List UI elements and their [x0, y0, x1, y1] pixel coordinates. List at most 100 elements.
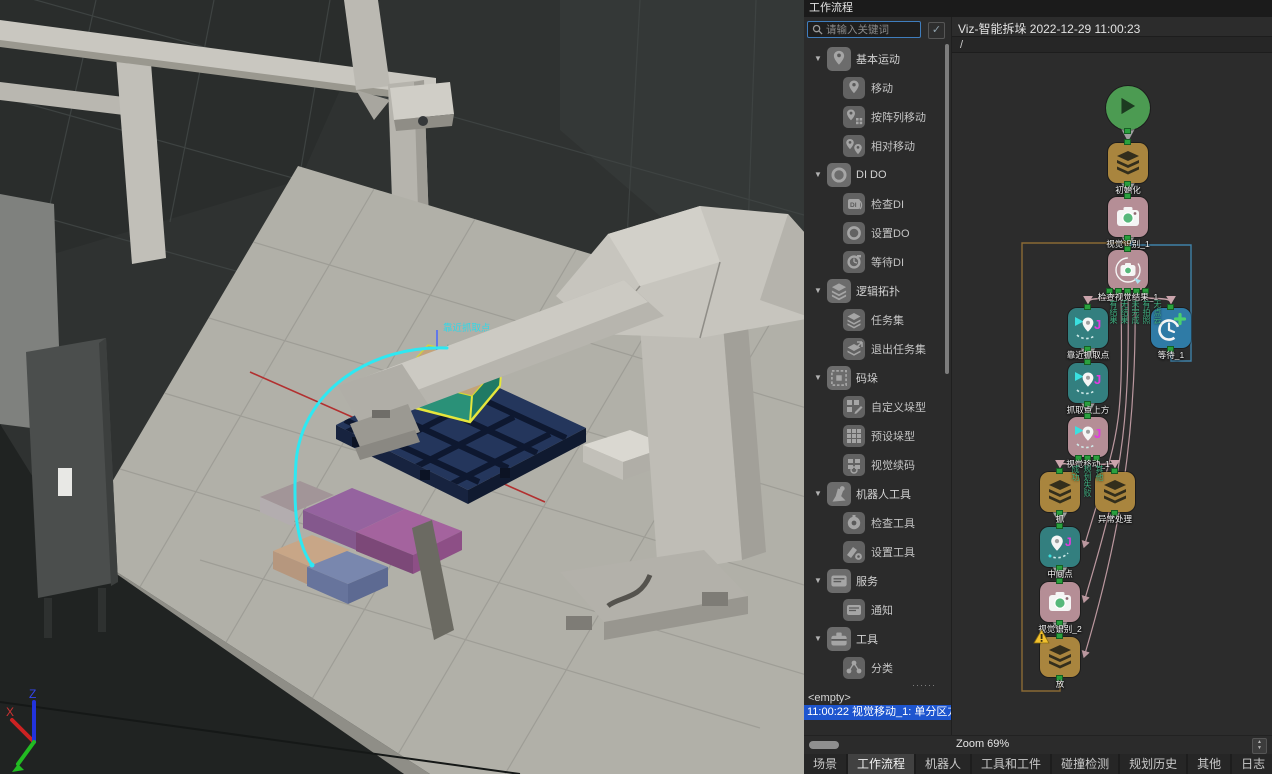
- tree-item-5-0[interactable]: 通知: [804, 595, 943, 624]
- tree-group-1[interactable]: ▼DI DO: [804, 160, 943, 189]
- tab-3[interactable]: 工具和工件: [972, 754, 1050, 774]
- tree-group-2[interactable]: ▼逻辑拓扑: [804, 276, 943, 305]
- input-port[interactable]: [1167, 304, 1174, 310]
- flow-node-vision1[interactable]: 视觉识别_1: [1108, 197, 1148, 237]
- layers-icon: [1108, 143, 1148, 183]
- flow-node-init[interactable]: 初始化: [1108, 143, 1148, 183]
- tree-item-0-0[interactable]: 移动: [804, 73, 943, 102]
- tree-item-6-0[interactable]: 分类: [804, 653, 943, 682]
- tab-2[interactable]: 机器人: [916, 754, 970, 774]
- move-icon: J: [1068, 308, 1108, 348]
- layers-icon: [827, 279, 851, 303]
- search-input[interactable]: [826, 24, 918, 36]
- chevron-down-icon[interactable]: ▼: [814, 373, 824, 382]
- tree-group-3[interactable]: ▼ 码垛: [804, 363, 943, 392]
- tree-item-3-1[interactable]: 预设垛型: [804, 421, 943, 450]
- input-port[interactable]: [1124, 246, 1131, 252]
- 3d-viewport[interactable]: 靠近抓取点 抓取点上方: [0, 0, 804, 774]
- mech-viz-window: 靠近抓取点 抓取点上方: [0, 0, 1272, 774]
- tab-7[interactable]: 日志: [1232, 754, 1272, 774]
- flow-node-vision2[interactable]: 视觉识别_2: [1040, 582, 1080, 622]
- chevron-down-icon[interactable]: ▼: [814, 576, 824, 585]
- flowchart-area: Viz-智能拆垛 2022-12-29 11:00:23 / 初始化视觉识别_1…: [952, 17, 1272, 736]
- pin-icon: [843, 77, 865, 99]
- input-port[interactable]: [1056, 578, 1063, 584]
- flow-node-vmove[interactable]: J视觉移动_1: [1068, 417, 1108, 457]
- search-input-box[interactable]: [807, 21, 921, 38]
- port-label-check-0: 有结果: [1108, 300, 1118, 324]
- zoom-spinner[interactable]: ▲▼: [1252, 738, 1267, 754]
- log-line[interactable]: 11:00:22 视觉移动_1: 单分区方形: [804, 705, 951, 720]
- horizontal-scrollbar[interactable]: [809, 741, 839, 749]
- input-port[interactable]: [1084, 359, 1091, 365]
- tree-item-0-1[interactable]: 按阵列移动: [804, 102, 943, 131]
- svg-text:J: J: [1065, 535, 1072, 549]
- input-port[interactable]: [1056, 523, 1063, 529]
- flowchart-canvas[interactable]: 初始化视觉识别_1检查视觉结果_1J靠近抓取点等待_1J抓取点上方J视觉移动_1…: [952, 54, 1272, 736]
- input-port[interactable]: [1124, 193, 1131, 199]
- input-port[interactable]: [1084, 413, 1091, 419]
- chevron-down-icon[interactable]: ▼: [814, 489, 824, 498]
- svg-text:J: J: [1094, 426, 1101, 441]
- tab-6[interactable]: 其他: [1188, 754, 1230, 774]
- breadcrumb[interactable]: /: [952, 36, 1272, 53]
- tree-item-2-0[interactable]: 任务集: [804, 305, 943, 334]
- tree-item-4-1[interactable]: 设置工具: [804, 537, 943, 566]
- chevron-down-icon[interactable]: ▼: [814, 54, 824, 63]
- empty-label: <empty>: [804, 690, 951, 705]
- input-port[interactable]: [1084, 304, 1091, 310]
- svg-text:DI: DI: [850, 202, 857, 209]
- horizontal-splitter-handle[interactable]: ······: [912, 680, 936, 690]
- tab-1[interactable]: 工作流程: [848, 754, 914, 774]
- input-port[interactable]: [1111, 468, 1118, 474]
- chevron-down-icon[interactable]: ▼: [814, 634, 824, 643]
- tree-group-label: 服务: [856, 573, 878, 589]
- chevron-down-icon[interactable]: ▼: [814, 286, 824, 295]
- flow-node-start[interactable]: [1106, 86, 1150, 130]
- tree-item-3-0[interactable]: 自定义垛型: [804, 392, 943, 421]
- grid-cam-icon: [843, 454, 865, 476]
- node-label: 异常处理: [1055, 513, 1175, 525]
- input-port[interactable]: [1056, 468, 1063, 474]
- input-port[interactable]: [1056, 633, 1063, 639]
- camera-icon: [1108, 197, 1148, 237]
- tree-item-1-0[interactable]: DI检查DI: [804, 189, 943, 218]
- flow-node-place[interactable]: 放: [1040, 637, 1080, 677]
- tab-5[interactable]: 规划历史: [1120, 754, 1186, 774]
- counter-icon: 123: [843, 686, 865, 687]
- layers-out-icon: [843, 338, 865, 360]
- flow-node-check[interactable]: 检查视觉结果_1: [1108, 250, 1148, 290]
- tree-scrollbar[interactable]: [945, 44, 949, 374]
- grid-dots-icon: [843, 425, 865, 447]
- flow-node-above[interactable]: J抓取点上方: [1068, 363, 1108, 403]
- step-tree: ▼基本运动移动按阵列移动相对移动▼DI DODI检查DI 设置DO 等待DI▼逻辑拓…: [804, 44, 943, 686]
- ring-icon: [843, 222, 865, 244]
- tool-gear-icon: [843, 541, 865, 563]
- tab-4[interactable]: 碰撞检测: [1052, 754, 1118, 774]
- flow-node-mid[interactable]: J中间点: [1040, 527, 1080, 567]
- move-icon: J: [1068, 417, 1108, 457]
- zoom-bar: Zoom 69% ▲▼: [804, 735, 1272, 754]
- filter-checkbox[interactable]: ✓: [928, 22, 945, 39]
- tree-group-0[interactable]: ▼基本运动: [804, 44, 943, 73]
- tree-group-label: 机器人工具: [856, 486, 911, 502]
- tree-group-6[interactable]: ▼工具: [804, 624, 943, 653]
- output-port[interactable]: [1124, 128, 1131, 134]
- input-port[interactable]: [1124, 139, 1131, 145]
- tree-group-5[interactable]: ▼ 服务: [804, 566, 943, 595]
- tree-item-0-2[interactable]: 相对移动: [804, 131, 943, 160]
- approach-point-label: 靠近抓取点: [443, 322, 491, 334]
- flow-node-approach[interactable]: J靠近抓取点: [1068, 308, 1108, 348]
- tree-item-1-2[interactable]: 等待DI: [804, 247, 943, 276]
- tree-item-label: 预设垛型: [871, 428, 915, 444]
- tree-item-3-2[interactable]: 视觉续码: [804, 450, 943, 479]
- tab-0[interactable]: 场景: [804, 754, 846, 774]
- tree-item-1-1[interactable]: 设置DO: [804, 218, 943, 247]
- tree-item-2-1[interactable]: 退出任务集: [804, 334, 943, 363]
- chevron-down-icon[interactable]: ▼: [814, 170, 824, 179]
- tree-group-label: 码垛: [856, 370, 878, 386]
- tree-group-4[interactable]: ▼ 机器人工具: [804, 479, 943, 508]
- tree-item-label: 设置DO: [871, 225, 910, 241]
- tree-item-4-0[interactable]: 检查工具: [804, 508, 943, 537]
- pin-j-icon: J: [1040, 527, 1080, 567]
